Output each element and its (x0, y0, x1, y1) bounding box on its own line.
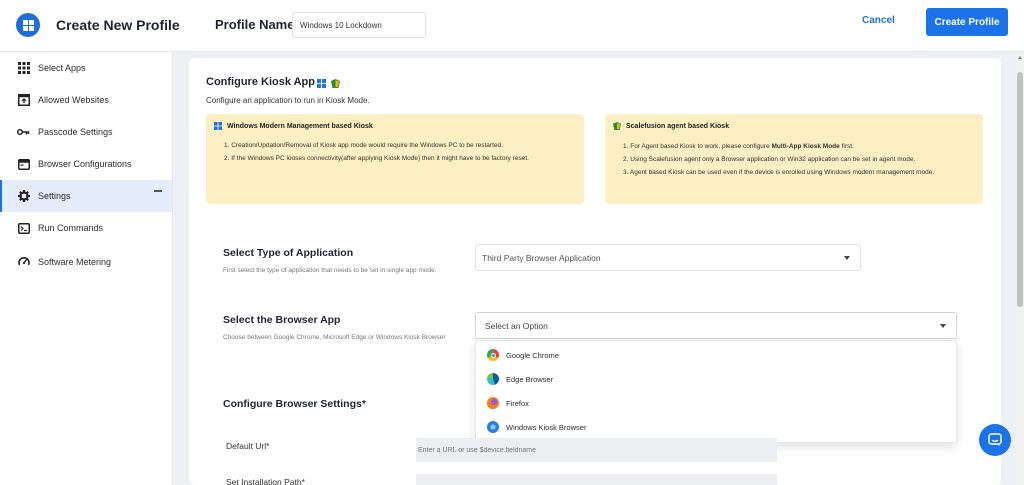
key-icon (17, 126, 30, 139)
info-item: 1. For Agent based Kiosk to work, please… (623, 143, 854, 150)
kiosk-browser-icon (487, 421, 499, 433)
section-subtitle: Configure an application to run in Kiosk… (206, 96, 370, 105)
sidebar-item-browser-configurations[interactable]: Browser Configurations (0, 148, 172, 180)
scalefusion-icon (331, 75, 340, 93)
browser-app-description: Choose between Google Chrome, Microsoft … (223, 334, 446, 341)
sidebar-item-label: Settings (38, 191, 71, 201)
terminal-icon (17, 222, 30, 235)
info-box-windows-management: Windows Modern Management based Kiosk 1.… (206, 114, 584, 204)
create-profile-button[interactable]: Create Profile (926, 8, 1008, 36)
install-path-label: Set Installation Path* (226, 477, 305, 485)
browser-app-dropdown: Google Chrome Edge Browser Firefox Windo… (475, 340, 957, 443)
browser-icon (17, 158, 30, 171)
chat-icon (988, 433, 1002, 446)
sidebar-item-passcode-settings[interactable]: Passcode Settings (0, 116, 172, 148)
info-item: 2. Using Scalefusion agent only a Browse… (623, 156, 916, 163)
app-type-description: First select the type of application tha… (223, 267, 437, 274)
default-url-label: Default Url* (226, 441, 270, 451)
sidebar-item-label: Select Apps (38, 63, 86, 73)
grid-icon (17, 62, 30, 75)
chrome-icon (487, 349, 499, 361)
sidebar-item-run-commands[interactable]: Run Commands (0, 212, 172, 244)
sidebar-item-label: Passcode Settings (38, 127, 113, 137)
app-type-value: Third Party Browser Application (482, 252, 601, 263)
info-item: 2. If the Windows PC looses connectivity… (224, 155, 529, 162)
profile-name-label: Profile Name (215, 17, 295, 32)
sidebar-item-settings[interactable]: Settings (0, 180, 172, 212)
windows-icon (214, 122, 222, 130)
browser-app-select[interactable]: Select an Option (475, 312, 957, 339)
option-edge-browser[interactable]: Edge Browser (476, 367, 956, 391)
windows-icon (317, 75, 326, 93)
top-header: Create New Profile Profile Name Cancel C… (0, 0, 1024, 52)
speedometer-icon (17, 256, 30, 269)
edge-icon (487, 373, 499, 385)
app-type-select[interactable]: Third Party Browser Application (475, 244, 861, 271)
sidebar-item-software-metering[interactable]: Software Metering (0, 246, 172, 278)
kiosk-config-card: Configure Kiosk App Configure an applica… (189, 58, 1001, 485)
browser-app-title: Select the Browser App (223, 314, 341, 326)
sidebar-item-label: Browser Configurations (38, 159, 132, 169)
scalefusion-icon (613, 122, 621, 130)
info-heading: Scalefusion agent based Kiosk (626, 122, 730, 130)
app-type-title: Select Type of Application (223, 247, 354, 259)
profile-name-input[interactable] (292, 12, 426, 38)
option-firefox[interactable]: Firefox (476, 391, 956, 415)
info-heading: Windows Modern Management based Kiosk (227, 122, 373, 130)
info-box-agent-kiosk: Scalefusion agent based Kiosk 1. For Age… (605, 114, 983, 204)
sidebar-item-label: Run Commands (38, 223, 104, 233)
install-path-input[interactable] (416, 474, 777, 485)
gear-icon (17, 190, 30, 203)
sidebar-item-label: Allowed Websites (38, 95, 109, 105)
sidebar-item-allowed-websites[interactable]: Allowed Websites (0, 84, 172, 116)
info-item: 1. Creation/Updation/Removal of Kiosk ap… (224, 142, 503, 149)
page-scrollbar[interactable] (1016, 52, 1024, 485)
chevron-down-icon (844, 256, 850, 260)
default-url-input[interactable] (416, 438, 777, 462)
sidebar-item-select-apps[interactable]: Select Apps (0, 52, 172, 84)
page-title: Create New Profile (56, 17, 180, 33)
cancel-button[interactable]: Cancel (862, 15, 895, 26)
sidebar-item-label: Software Metering (38, 257, 112, 267)
browser-app-placeholder: Select an Option (485, 320, 548, 331)
scroll-up-icon[interactable] (1018, 56, 1022, 59)
chevron-down-icon (940, 324, 946, 328)
option-google-chrome[interactable]: Google Chrome (476, 343, 956, 367)
windows-logo-icon (16, 13, 40, 37)
sidebar: Select Apps Allowed Websites Passcode Se… (0, 52, 173, 485)
collapse-icon[interactable] (154, 190, 162, 192)
firefox-icon (487, 397, 499, 409)
scrollbar-thumb[interactable] (1017, 72, 1023, 307)
section-title: Configure Kiosk App (206, 76, 315, 88)
chat-support-button[interactable] (979, 424, 1011, 456)
browser-settings-title: Configure Browser Settings* (223, 398, 366, 410)
info-item: 3. Agent based Kiosk can be used even if… (623, 169, 935, 176)
browser-window-icon (17, 94, 30, 107)
option-windows-kiosk-browser[interactable]: Windows Kiosk Browser (476, 415, 956, 439)
